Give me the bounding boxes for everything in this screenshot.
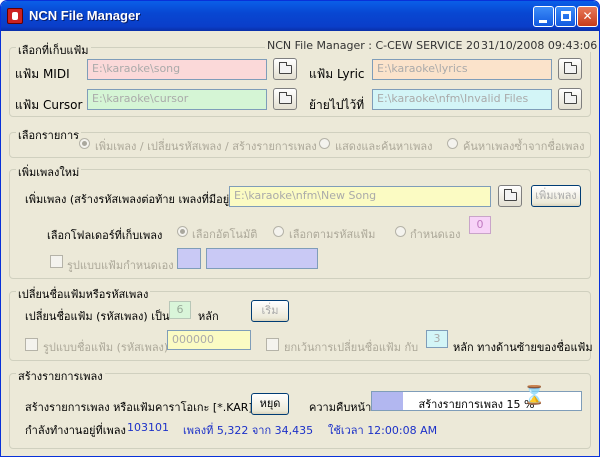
folder-select-label: เลือกโฟลเดอร์ที่เก็บเพลง (47, 229, 163, 242)
rename-format-label: รูปแบบชื่อแฟ้ม (รหัสเพลง) (43, 341, 169, 354)
move-to-folder-input[interactable]: E:\karaoke\nfm\Invalid Files (372, 89, 552, 110)
build-list-group-label: สร้างรายการเพลง (16, 367, 105, 385)
select-by-code-radio[interactable] (273, 226, 284, 237)
cursor-browse-button[interactable] (273, 88, 297, 110)
cursor-folder-input[interactable]: E:\karaoke\cursor (87, 89, 267, 110)
auto-select-label: เลือกอัตโนมัติ (192, 228, 258, 241)
rename-format-checkbox[interactable] (25, 338, 38, 351)
option-show-search-radio[interactable] (319, 138, 330, 149)
midi-browse-button[interactable] (273, 58, 297, 80)
items-group-label: เลือกรายการ (16, 126, 82, 144)
lyric-label: แฟ้ม Lyric (309, 67, 365, 81)
folders-group-label: เลือกที่เก็บแฟ้ม (16, 41, 91, 59)
midi-folder-input[interactable]: E:\karaoke\song (87, 59, 267, 80)
title-bar[interactable]: NCN File Manager ✕ (1, 1, 599, 31)
service-label: NCN File Manager : C-CEW SERVICE 2007 (265, 39, 496, 52)
custom-select-label: กำหนดเอง (410, 228, 461, 241)
datetime-label: 31/10/2008 09:43:06 (479, 39, 599, 52)
minimize-button[interactable] (533, 6, 554, 27)
digits-input[interactable]: 6 (169, 301, 191, 319)
custom-format-short-input[interactable] (177, 248, 201, 269)
working-label: กำลังทำงานอยู่ที่เพลง (25, 424, 126, 437)
cursor-label: แฟ้ม Cursor (15, 98, 83, 112)
folder-icon (564, 62, 577, 74)
move-to-browse-button[interactable] (558, 88, 582, 110)
lyric-browse-button[interactable] (558, 58, 582, 80)
option-show-search-label: แสดงและค้นหาเพลง (335, 140, 433, 153)
new-song-browse-button[interactable] (498, 185, 522, 207)
close-button[interactable]: ✕ (577, 6, 598, 27)
select-by-code-label: เลือกตามรหัสแฟ้ม (289, 228, 376, 241)
start-button[interactable]: เริ่ม (251, 300, 289, 322)
add-song-label: เพิ่มเพลง (สร้างรหัสเพลงต่อท้าย เพลงที่ม… (25, 193, 234, 206)
except-label: ยกเว้นการเปลี่ยนชื่อแฟ้ม กับ (284, 341, 419, 354)
custom-format-checkbox[interactable] (50, 255, 63, 268)
maximize-button[interactable] (555, 6, 576, 27)
close-icon: ✕ (582, 9, 593, 23)
folder-icon (504, 189, 517, 201)
stop-button[interactable]: หยุด (251, 393, 289, 415)
custom-format-long-input[interactable] (206, 248, 318, 269)
app-icon (7, 8, 23, 24)
rename-format-input[interactable]: 000000 (167, 330, 251, 350)
midi-label: แฟ้ม MIDI (15, 67, 70, 81)
new-song-folder-input[interactable]: E:\karaoke\nfm\New Song (229, 186, 491, 207)
elapsed-time-label: ใช้เวลา 12:00:08 AM (328, 424, 438, 437)
auto-select-radio[interactable] (177, 226, 188, 237)
song-count-label: เพลงที่ 5,322 จาก 34,435 (183, 424, 314, 437)
option-find-duplicates-label: ค้นหาเพลงซ้ำจากชื่อเพลง (463, 140, 585, 153)
add-song-button[interactable]: เพิ่มเพลง (531, 185, 581, 207)
maximize-icon (561, 11, 571, 21)
lyric-folder-input[interactable]: E:\karaoke\lyrics (372, 59, 552, 80)
add-song-group-label: เพิ่มเพลงใหม่ (16, 163, 82, 181)
working-value: 103101 (127, 421, 169, 434)
progress-bar: สร้างรายการเพลง 15 % (371, 391, 582, 411)
main-window: NCN File Manager ✕ เลือกที่เก็บแฟ้ม NCN … (0, 0, 600, 457)
window-title: NCN File Manager (29, 8, 141, 23)
build-list-label: สร้างรายการเพลง หรือแฟ้มคาราโอเกะ [*.KAR… (25, 401, 253, 414)
folder-icon (564, 92, 577, 104)
progress-label: ความคืบหน้า (309, 401, 372, 414)
mouse-cursor-icon: ⌛ (523, 385, 546, 406)
option-find-duplicates-radio[interactable] (447, 138, 458, 149)
folder-icon (279, 92, 292, 104)
digits-unit-label: หลัก (198, 310, 219, 323)
custom-select-radio[interactable] (395, 226, 406, 237)
rename-group-label: เปลี่ยนชื่อแฟ้มหรือรหัสเพลง (16, 285, 151, 303)
except-digits-input[interactable]: 3 (426, 330, 448, 348)
custom-format-label: รูปแบบแฟ้มกำหนดเอง (67, 259, 174, 272)
folder-icon (279, 62, 292, 74)
progress-text: สร้างรายการเพลง 15 % (418, 398, 535, 411)
rename-label: เปลี่ยนชื่อแฟ้ม (รหัสเพลง) เป็น (25, 310, 170, 323)
option-add-song-label: เพิ่มเพลง / เปลี่ยนรหัสเพลง / สร้างรายกา… (95, 140, 317, 153)
minimize-icon (539, 20, 547, 23)
except-checkbox[interactable] (266, 338, 279, 351)
option-add-song-radio[interactable] (79, 138, 90, 149)
except-suffix-label: หลัก ทางด้านซ้ายของชื่อแฟ้ม (453, 341, 593, 354)
custom-value-input[interactable]: 0 (469, 216, 491, 234)
move-to-label: ย้ายไปไว้ที่ (309, 98, 365, 112)
